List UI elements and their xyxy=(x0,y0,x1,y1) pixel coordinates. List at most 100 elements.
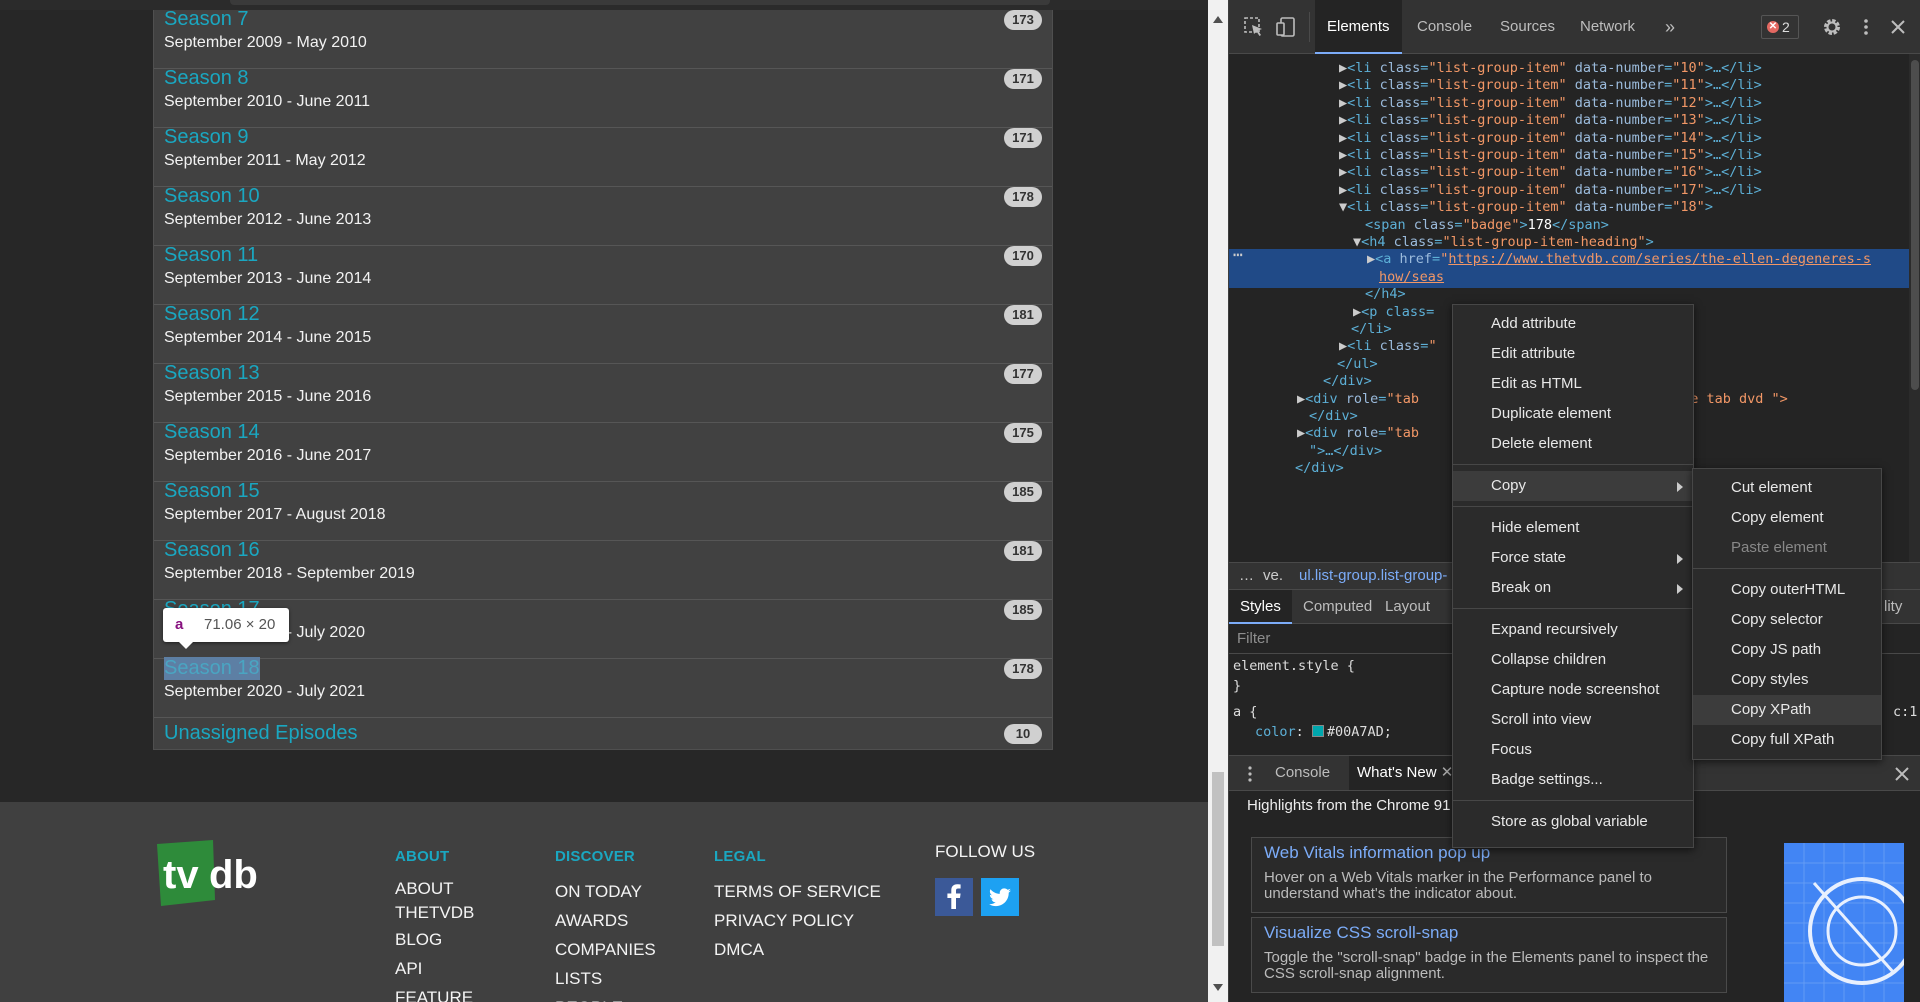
season-title-link[interactable]: Season 8 xyxy=(164,67,249,90)
menu-item-focus[interactable]: Focus xyxy=(1453,735,1693,765)
expand-toggle-icon[interactable]: ▶ xyxy=(1339,164,1347,180)
season-title-link[interactable]: Season 7 xyxy=(164,8,249,31)
season-title-link[interactable]: Season 11 xyxy=(164,244,258,267)
menu-item-edit-as-html[interactable]: Edit as HTML xyxy=(1453,369,1693,399)
scrollbar-thumb[interactable] xyxy=(1212,772,1224,946)
scroll-down-arrow-icon[interactable] xyxy=(1213,984,1223,991)
more-tabs-icon[interactable]: » xyxy=(1665,0,1675,54)
color-swatch-icon[interactable] xyxy=(1311,725,1324,737)
facebook-icon[interactable] xyxy=(935,878,973,916)
menu-item-expand-recursively[interactable]: Expand recursively xyxy=(1453,615,1693,645)
drawer-tab-whats-new[interactable]: What's New ✕ xyxy=(1349,756,1462,790)
menu-item-copy-selector[interactable]: Copy selector xyxy=(1693,605,1881,635)
twitter-icon[interactable] xyxy=(981,878,1020,916)
scroll-up-arrow-icon[interactable] xyxy=(1213,16,1223,23)
footer-link-api[interactable]: API xyxy=(395,954,474,983)
menu-item-capture-node-screenshot[interactable]: Capture node screenshot xyxy=(1453,675,1693,705)
expand-toggle-icon[interactable]: ▶ xyxy=(1353,304,1361,320)
expand-toggle-icon[interactable]: ▶ xyxy=(1339,182,1347,198)
rule-source-link[interactable]: c:1 xyxy=(1893,704,1917,720)
error-count-badge[interactable]: ✕ 2 xyxy=(1761,15,1799,39)
tab-styles[interactable]: Styles xyxy=(1229,590,1292,624)
expand-toggle-icon[interactable]: ▶ xyxy=(1339,112,1347,128)
settings-gear-icon[interactable] xyxy=(1821,16,1843,38)
expand-toggle-icon[interactable]: ▶ xyxy=(1367,251,1375,267)
drawer-menu-icon[interactable] xyxy=(1239,763,1261,785)
dom-tree-scrollbar[interactable] xyxy=(1909,54,1920,562)
inspect-element-icon[interactable] xyxy=(1243,16,1265,38)
expand-toggle-icon[interactable]: ▼ xyxy=(1353,234,1361,250)
footer-link-awards[interactable]: AWARDS xyxy=(555,906,656,935)
menu-item-add-attribute[interactable]: Add attribute xyxy=(1453,309,1693,339)
footer-link-thetvdb[interactable]: THETVDB xyxy=(395,901,474,925)
menu-item-cut-element[interactable]: Cut element xyxy=(1693,473,1881,503)
expand-toggle-icon[interactable]: ▶ xyxy=(1297,391,1305,407)
menu-item-break-on[interactable]: Break on xyxy=(1453,573,1693,603)
menu-item-copy-element[interactable]: Copy element xyxy=(1693,503,1881,533)
season-title-link[interactable]: Season 15 xyxy=(164,480,260,503)
menu-item-hide-element[interactable]: Hide element xyxy=(1453,513,1693,543)
close-drawer-icon[interactable] xyxy=(1891,763,1913,785)
drawer-tab-console[interactable]: Console xyxy=(1275,756,1330,790)
whats-new-card[interactable]: Visualize CSS scroll-snap Toggle the "sc… xyxy=(1251,917,1727,993)
more-options-icon[interactable] xyxy=(1855,16,1877,38)
tab-layout[interactable]: Layout xyxy=(1385,590,1430,624)
breadcrumb-ellipsis[interactable]: … xyxy=(1239,563,1254,589)
season-title-link[interactable]: Season 18 xyxy=(164,657,260,680)
menu-item-copy-outerhtml[interactable]: Copy outerHTML xyxy=(1693,575,1881,605)
season-title-link[interactable]: Season 16 xyxy=(164,539,260,562)
tab-console[interactable]: Console xyxy=(1417,0,1472,54)
expand-toggle-icon[interactable]: ▶ xyxy=(1339,77,1347,93)
menu-item-copy[interactable]: Copy xyxy=(1453,471,1693,501)
menu-item-copy-js-path[interactable]: Copy JS path xyxy=(1693,635,1881,665)
footer-link-privacy[interactable]: PRIVACY POLICY xyxy=(714,906,881,935)
expand-toggle-icon[interactable]: ▶ xyxy=(1339,338,1347,354)
expand-toggle-icon[interactable]: ▶ xyxy=(1339,60,1347,76)
tvdb-logo[interactable]: tv db xyxy=(153,840,273,908)
menu-item-collapse-children[interactable]: Collapse children xyxy=(1453,645,1693,675)
footer-link-on-today[interactable]: ON TODAY xyxy=(555,877,656,906)
season-title-link[interactable]: Season 12 xyxy=(164,303,260,326)
breadcrumb-item-ul[interactable]: ul.list-group.list-group- xyxy=(1299,563,1447,589)
menu-item-copy-xpath[interactable]: Copy XPath xyxy=(1693,695,1881,725)
tab-computed[interactable]: Computed xyxy=(1303,590,1372,624)
menu-item-delete-element[interactable]: Delete element xyxy=(1453,429,1693,459)
page-scrollbar[interactable] xyxy=(1208,0,1228,1002)
footer-link-terms[interactable]: TERMS OF SERVICE xyxy=(714,877,881,906)
tab-network[interactable]: Network xyxy=(1580,0,1635,54)
tab-sources[interactable]: Sources xyxy=(1500,0,1555,54)
season-title-link[interactable]: Season 14 xyxy=(164,421,260,444)
footer-link-people[interactable]: PEOPLE xyxy=(555,993,656,1002)
season-title-link[interactable]: Season 9 xyxy=(164,126,249,149)
expand-toggle-icon[interactable]: ▼ xyxy=(1339,199,1347,215)
card-title[interactable]: Visualize CSS scroll-snap xyxy=(1264,923,1458,943)
footer-link-dmca[interactable]: DMCA xyxy=(714,935,881,964)
whats-new-card[interactable]: Web Vitals information pop up Hover on a… xyxy=(1251,837,1727,913)
tab-elements[interactable]: Elements xyxy=(1315,0,1402,54)
footer-link-blog[interactable]: BLOG xyxy=(395,925,474,954)
unassigned-episodes-link[interactable]: Unassigned Episodes xyxy=(164,722,357,745)
footer-link-about[interactable]: ABOUT xyxy=(395,877,474,901)
dom-tree-scrollbar-thumb[interactable] xyxy=(1911,60,1919,390)
expand-toggle-icon[interactable]: ▶ xyxy=(1297,425,1305,441)
menu-item-badge-settings[interactable]: Badge settings... xyxy=(1453,765,1693,795)
breadcrumb-item[interactable]: ve. xyxy=(1263,563,1283,589)
menu-item-copy-full-xpath[interactable]: Copy full XPath xyxy=(1693,725,1881,755)
menu-item-force-state[interactable]: Force state xyxy=(1453,543,1693,573)
footer-link-companies[interactable]: COMPANIES xyxy=(555,935,656,964)
expand-toggle-icon[interactable]: ▶ xyxy=(1339,147,1347,163)
menu-item-copy-styles[interactable]: Copy styles xyxy=(1693,665,1881,695)
season-title-link[interactable]: Season 13 xyxy=(164,362,260,385)
menu-item-store-as-global-variable[interactable]: Store as global variable xyxy=(1453,807,1693,837)
footer-link-feature[interactable]: FEATURE xyxy=(395,983,474,1002)
footer-link-lists[interactable]: LISTS xyxy=(555,964,656,993)
selected-node-ellipsis-icon[interactable]: ⋯ xyxy=(1233,245,1243,264)
menu-item-paste-element[interactable]: Paste element xyxy=(1693,533,1881,563)
menu-item-duplicate-element[interactable]: Duplicate element xyxy=(1453,399,1693,429)
color-value[interactable]: #00A7AD; xyxy=(1327,724,1392,740)
menu-item-edit-attribute[interactable]: Edit attribute xyxy=(1453,339,1693,369)
close-devtools-icon[interactable] xyxy=(1887,16,1909,38)
expand-toggle-icon[interactable]: ▶ xyxy=(1339,95,1347,111)
expand-toggle-icon[interactable]: ▶ xyxy=(1339,130,1347,146)
menu-item-scroll-into-view[interactable]: Scroll into view xyxy=(1453,705,1693,735)
